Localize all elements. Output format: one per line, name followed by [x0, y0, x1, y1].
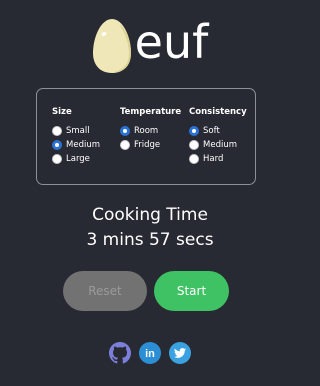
radio-button-selected[interactable]	[52, 140, 62, 150]
github-icon	[109, 342, 131, 364]
temperature-option-room[interactable]: Room	[120, 124, 181, 138]
size-heading: Size	[52, 107, 72, 117]
option-label: Small	[66, 126, 90, 136]
options-card: Size Small Medium Large Temperature Room	[36, 88, 256, 185]
radio-button[interactable]	[189, 154, 199, 164]
size-option-medium[interactable]: Medium	[52, 138, 100, 152]
cooking-time-title: Cooking Time	[92, 205, 208, 225]
option-label: Fridge	[134, 140, 161, 150]
temperature-option-fridge[interactable]: Fridge	[120, 138, 181, 152]
twitter-link[interactable]	[169, 342, 191, 364]
size-group: Size Small Medium Large	[52, 106, 100, 166]
radio-button-selected[interactable]	[120, 126, 130, 136]
radio-button-selected[interactable]	[189, 126, 199, 136]
consistency-option-hard[interactable]: Hard	[189, 152, 247, 166]
github-link[interactable]	[109, 342, 131, 364]
svg-text:in: in	[145, 348, 155, 360]
temperature-heading: Temperature	[120, 107, 182, 117]
logo-text: euf	[134, 15, 209, 69]
consistency-option-soft[interactable]: Soft	[189, 124, 247, 138]
temperature-group: Temperature Room Fridge	[120, 106, 181, 152]
app-logo: euf	[0, 14, 300, 76]
consistency-group: Consistency Soft Medium Hard	[189, 106, 247, 166]
size-option-large[interactable]: Large	[52, 152, 100, 166]
option-label: Room	[134, 126, 159, 136]
option-label: Medium	[203, 140, 237, 150]
consistency-option-medium[interactable]: Medium	[189, 138, 247, 152]
consistency-heading: Consistency	[189, 107, 247, 117]
start-button[interactable]: Start	[154, 271, 229, 311]
linkedin-link[interactable]: in	[139, 342, 161, 364]
cooking-time-value: 3 mins 57 secs	[86, 230, 214, 250]
linkedin-icon: in	[145, 348, 155, 360]
social-links: in	[0, 342, 300, 364]
size-option-small[interactable]: Small	[52, 124, 100, 138]
option-label: Hard	[203, 154, 224, 164]
egg-icon	[92, 19, 131, 73]
radio-button[interactable]	[52, 154, 62, 164]
twitter-icon	[174, 348, 186, 358]
reset-button[interactable]: Reset	[63, 271, 147, 311]
radio-button[interactable]	[120, 140, 130, 150]
option-label: Medium	[66, 140, 100, 150]
option-label: Large	[66, 154, 90, 164]
radio-button[interactable]	[52, 126, 62, 136]
radio-button[interactable]	[189, 140, 199, 150]
app-page: euf Size Small Medium Large Temperature …	[0, 0, 300, 386]
option-label: Soft	[203, 126, 220, 136]
